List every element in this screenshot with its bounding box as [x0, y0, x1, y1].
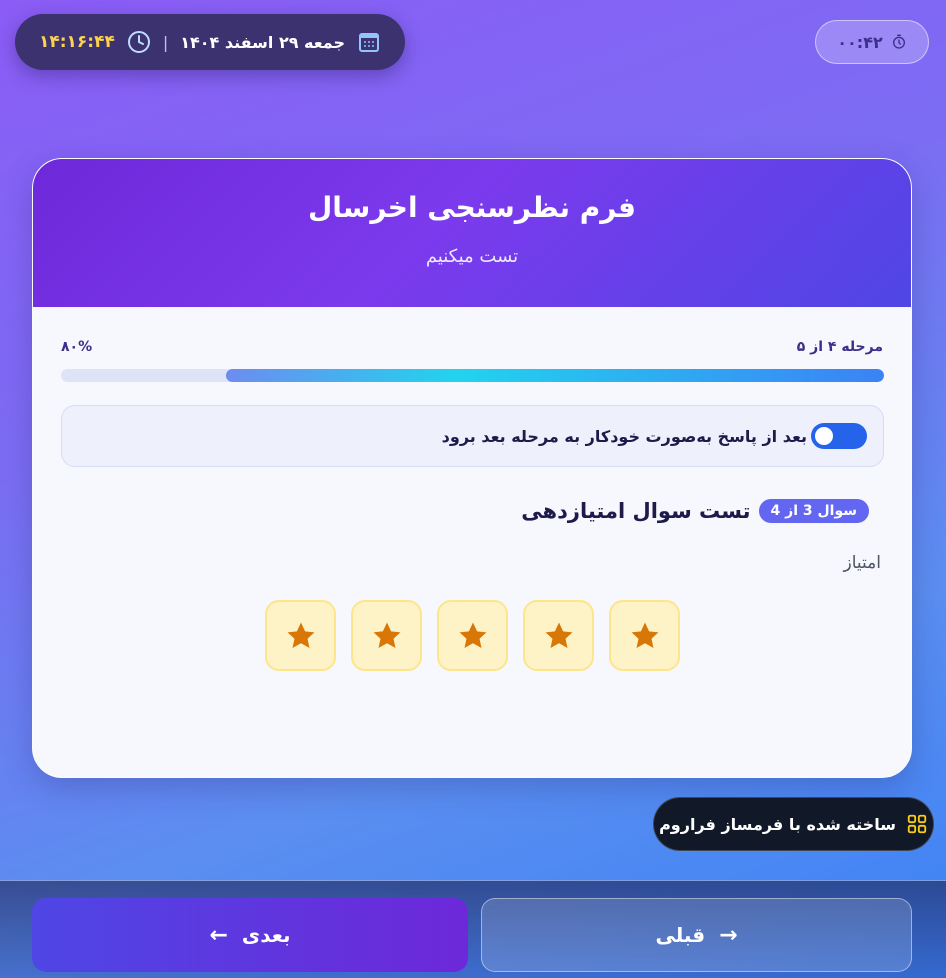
previous-label: قبلی	[655, 923, 706, 947]
question-heading: سوال 3 از 4 تست سوال امتیازدهی	[521, 499, 869, 523]
current-date: جمعه ۲۹ اسفند ۱۴۰۴	[180, 32, 346, 52]
rating-label: امتیاز	[843, 553, 881, 573]
elapsed-time: ۰۰:۴۲	[837, 32, 883, 52]
grid-icon	[907, 814, 927, 834]
previous-button[interactable]: → قبلی	[481, 898, 912, 972]
form-subtitle: تست میکنیم	[425, 246, 519, 267]
star-icon	[545, 622, 572, 648]
next-button[interactable]: بعدی ←	[32, 898, 468, 972]
arrow-left-icon: ←	[209, 922, 228, 948]
question-title: تست سوال امتیازدهی	[521, 499, 751, 523]
progress-bar	[61, 369, 884, 382]
form-card: فرم نظرسنجی اخرسال تست میکنیم ۸۰% مرحله …	[32, 158, 912, 778]
toggle-knob	[815, 427, 833, 445]
footer-nav: بعدی ← → قبلی	[0, 880, 946, 978]
progress-fill	[225, 369, 884, 382]
star-option[interactable]	[437, 600, 508, 671]
form-title: فرم نظرسنجی اخرسال	[308, 191, 636, 224]
arrow-right-icon: →	[719, 922, 738, 948]
star-icon	[373, 622, 400, 648]
auto-advance-toggle[interactable]	[811, 423, 867, 449]
separator: |	[162, 32, 169, 52]
calendar-icon	[359, 33, 380, 52]
question-badge: سوال 3 از 4	[758, 499, 869, 523]
datetime-widget: ۱۴:۱۶:۴۴ | جمعه ۲۹ اسفند ۱۴۰۴	[15, 14, 405, 70]
star-option[interactable]	[351, 600, 422, 671]
stopwatch-icon	[892, 34, 905, 49]
clock-time: ۱۴:۱۶:۴۴	[38, 32, 115, 52]
clock-icon	[127, 31, 150, 53]
auto-advance-setting: بعد از پاسخ به‌صورت خودکار به مرحله بعد …	[61, 405, 884, 467]
star-rating	[265, 600, 680, 671]
step-indicator: مرحله ۴ از ۵	[796, 339, 883, 355]
star-option[interactable]	[523, 600, 594, 671]
star-icon	[459, 622, 486, 648]
progress-percent: ۸۰%	[61, 339, 93, 355]
star-option[interactable]	[609, 600, 680, 671]
star-option[interactable]	[265, 600, 336, 671]
next-label: بعدی	[241, 923, 291, 947]
auto-advance-label: بعد از پاسخ به‌صورت خودکار به مرحله بعد …	[441, 426, 807, 446]
progress-labels: ۸۰% مرحله ۴ از ۵	[61, 337, 883, 357]
star-icon	[631, 622, 658, 648]
brand-label: ساخته شده با فرمساز فراروم	[659, 814, 896, 834]
brand-badge[interactable]: ساخته شده با فرمساز فراروم	[653, 797, 934, 851]
star-icon	[287, 622, 314, 648]
form-header: فرم نظرسنجی اخرسال تست میکنیم	[33, 159, 911, 307]
elapsed-timer: ۰۰:۴۲	[815, 20, 929, 64]
